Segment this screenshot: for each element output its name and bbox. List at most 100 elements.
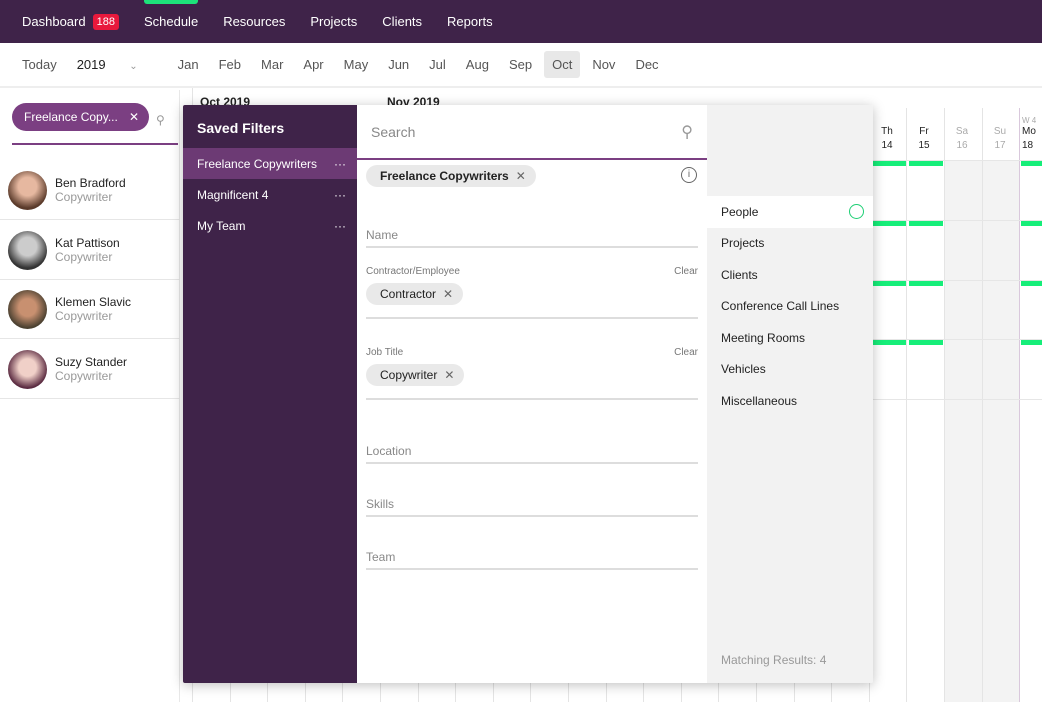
month-may[interactable]: May bbox=[344, 57, 369, 72]
saved-filter-item[interactable]: My Team ··· bbox=[183, 210, 357, 241]
notification-badge: 188 bbox=[92, 13, 119, 30]
month-jan[interactable]: Jan bbox=[178, 57, 199, 72]
month-mar[interactable]: Mar bbox=[261, 57, 283, 72]
clear-button[interactable]: Clear bbox=[674, 347, 698, 358]
category-panel: People Projects Clients Conference Call … bbox=[707, 105, 873, 683]
availability-bar[interactable] bbox=[872, 221, 906, 226]
today-button[interactable]: Today bbox=[22, 57, 57, 72]
active-filter-chip[interactable]: Freelance Copy... ✕ bbox=[12, 103, 149, 131]
people-panel: Freelance Copy... ✕ ⚲ Ben Bradford Copywri… bbox=[0, 90, 180, 702]
month-sep[interactable]: Sep bbox=[509, 57, 532, 72]
month-aug[interactable]: Aug bbox=[466, 57, 489, 72]
filter-modal: Saved Filters Freelance Copywriters ··· M… bbox=[183, 105, 873, 683]
radio-icon[interactable] bbox=[849, 204, 864, 220]
close-icon[interactable]: ✕ bbox=[516, 169, 526, 183]
month-feb[interactable]: Feb bbox=[219, 57, 241, 72]
grid-column-line bbox=[944, 108, 945, 702]
day-header: Sa 16 bbox=[955, 126, 969, 151]
info-icon[interactable]: i bbox=[681, 167, 697, 183]
more-icon[interactable]: ··· bbox=[334, 157, 346, 171]
month-jun[interactable]: Jun bbox=[388, 57, 409, 72]
location-field[interactable]: Location bbox=[366, 444, 698, 464]
person-row[interactable]: Kat Pattison Copywriter bbox=[0, 221, 180, 280]
month-jul[interactable]: Jul bbox=[429, 57, 446, 72]
category-vehicles[interactable]: Vehicles bbox=[707, 354, 873, 386]
availability-bar[interactable] bbox=[1021, 281, 1042, 286]
person-role: Copywriter bbox=[55, 190, 113, 204]
tag-label: Freelance Copywriters bbox=[380, 169, 509, 183]
category-conference-call-lines[interactable]: Conference Call Lines bbox=[707, 291, 873, 323]
month-apr[interactable]: Apr bbox=[303, 57, 323, 72]
year-value: 2019 bbox=[76, 57, 106, 72]
person-role: Copywriter bbox=[55, 250, 113, 264]
saved-filter-item[interactable]: Freelance Copywriters ··· bbox=[183, 148, 357, 179]
grid-column-line bbox=[906, 108, 908, 702]
more-icon[interactable]: ··· bbox=[334, 219, 346, 233]
saved-filter-label: Freelance Copywriters bbox=[197, 156, 318, 171]
nav-clients[interactable]: Clients bbox=[382, 0, 422, 43]
clear-button[interactable]: Clear bbox=[674, 266, 698, 277]
close-icon[interactable]: ✕ bbox=[129, 110, 139, 124]
close-icon[interactable]: ✕ bbox=[444, 368, 454, 382]
search-placeholder: Search bbox=[371, 123, 416, 140]
day-header: Fr 15 bbox=[918, 126, 930, 151]
avatar bbox=[8, 230, 47, 270]
person-name: Ben Bradford bbox=[55, 176, 126, 190]
person-name: Suzy Stander bbox=[55, 355, 128, 369]
person-row[interactable]: Ben Bradford Copywriter bbox=[0, 161, 180, 220]
filter-fields: Search ⚲ Freelance Copywriters ✕ i Name Co… bbox=[357, 105, 707, 683]
more-icon[interactable]: ··· bbox=[334, 188, 346, 202]
month-bar: Today 2019 ⌄ Jan Feb Mar Apr May Jun Jul… bbox=[0, 43, 1042, 88]
availability-bar[interactable] bbox=[872, 340, 906, 345]
nav-reports[interactable]: Reports bbox=[447, 0, 493, 43]
availability-bar[interactable] bbox=[909, 161, 943, 166]
filter-chip-label: Freelance Copy... bbox=[24, 110, 118, 124]
availability-bar[interactable] bbox=[1021, 221, 1042, 226]
nav-dashboard[interactable]: Dashboard 188 bbox=[22, 0, 119, 43]
availability-bar[interactable] bbox=[1021, 340, 1042, 345]
month-dec[interactable]: Dec bbox=[635, 57, 658, 72]
field-label: Contractor/Employee bbox=[366, 266, 460, 277]
availability-bar[interactable] bbox=[909, 281, 943, 286]
category-miscellaneous[interactable]: Miscellaneous bbox=[707, 385, 873, 417]
month-nov[interactable]: Nov bbox=[592, 57, 615, 72]
team-field[interactable]: Team bbox=[366, 550, 698, 570]
person-row[interactable]: Suzy Stander Copywriter bbox=[0, 340, 180, 399]
job-title-field[interactable]: Job Title Clear Copywriter ✕ bbox=[366, 347, 698, 400]
avatar bbox=[8, 170, 47, 210]
category-people[interactable]: People bbox=[707, 196, 873, 228]
search-icon[interactable]: ⚲ bbox=[156, 113, 165, 127]
tag-label: Contractor bbox=[380, 287, 437, 301]
availability-bar[interactable] bbox=[872, 161, 906, 166]
saved-filters-title: Saved Filters bbox=[197, 120, 285, 136]
person-name: Klemen Slavic bbox=[55, 295, 132, 309]
saved-filter-item[interactable]: Magnificent 4 ··· bbox=[183, 179, 357, 210]
nav-resources[interactable]: Resources bbox=[223, 0, 285, 43]
saved-filter-label: My Team bbox=[197, 218, 246, 233]
skills-field[interactable]: Skills bbox=[366, 497, 698, 517]
category-clients[interactable]: Clients bbox=[707, 259, 873, 291]
contractor-field[interactable]: Contractor/Employee Clear Contractor ✕ bbox=[366, 266, 698, 319]
day-header: W 4 Mo 18 bbox=[1022, 116, 1037, 151]
person-row[interactable]: Klemen Slavic Copywriter bbox=[0, 280, 180, 339]
nav-projects[interactable]: Projects bbox=[310, 0, 357, 43]
active-filter-tag[interactable]: Freelance Copywriters ✕ bbox=[366, 165, 536, 187]
availability-bar[interactable] bbox=[909, 340, 943, 345]
search-input[interactable]: Search ⚲ bbox=[357, 105, 707, 160]
search-icon[interactable]: ⚲ bbox=[681, 122, 693, 142]
category-projects[interactable]: Projects bbox=[707, 228, 873, 260]
close-icon[interactable]: ✕ bbox=[443, 287, 453, 301]
month-oct[interactable]: Oct bbox=[544, 51, 581, 78]
grid-column-line bbox=[1019, 108, 1020, 702]
year-select[interactable]: 2019 ⌄ bbox=[77, 57, 158, 72]
matching-results: Matching Results: 4 bbox=[721, 653, 827, 667]
availability-bar[interactable] bbox=[909, 221, 943, 226]
day-header: Su 17 bbox=[993, 126, 1007, 151]
avatar bbox=[8, 349, 47, 389]
category-meeting-rooms[interactable]: Meeting Rooms bbox=[707, 322, 873, 354]
availability-bar[interactable] bbox=[872, 281, 906, 286]
nav-schedule[interactable]: Schedule bbox=[143, 0, 199, 43]
name-field[interactable]: Name bbox=[366, 228, 698, 248]
grid-column-line bbox=[981, 108, 983, 702]
availability-bar[interactable] bbox=[1021, 161, 1042, 166]
